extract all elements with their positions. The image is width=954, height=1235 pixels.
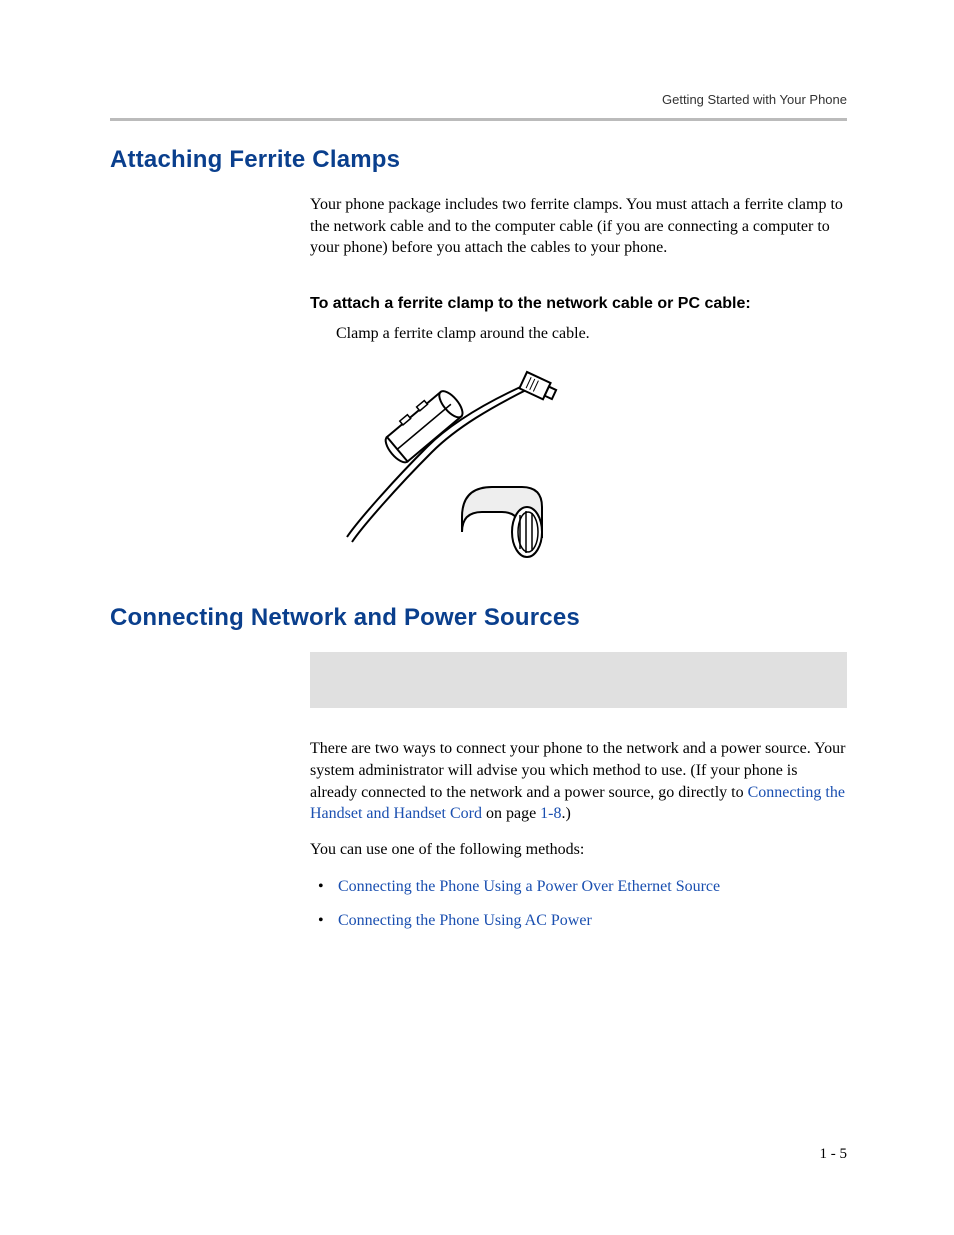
running-header: Getting Started with Your Phone: [662, 92, 847, 107]
list-item: Connecting the Phone Using a Power Over …: [310, 874, 847, 900]
procedure-step: Clamp a ferrite clamp around the cable.: [336, 323, 847, 345]
paragraph: Your phone package includes two ferrite …: [310, 194, 847, 259]
section-body-ferrite: Your phone package includes two ferrite …: [310, 194, 847, 562]
paragraph: You can use one of the following methods…: [310, 839, 847, 861]
procedure-heading: To attach a ferrite clamp to the network…: [310, 295, 847, 313]
document-page: Getting Started with Your Phone Attachin…: [0, 0, 954, 1235]
link-ac-power[interactable]: Connecting the Phone Using AC Power: [338, 912, 592, 929]
figure-ferrite-clamp: [332, 362, 847, 562]
note-box: [310, 652, 847, 708]
bullet-list: Connecting the Phone Using a Power Over …: [310, 874, 847, 933]
page-content: Attaching Ferrite Clamps Your phone pack…: [110, 140, 847, 942]
paragraph-text: .): [562, 805, 571, 822]
section-body-network: There are two ways to connect your phone…: [310, 652, 847, 933]
ferrite-clamp-illustration-icon: [332, 362, 572, 562]
list-item: Connecting the Phone Using AC Power: [310, 908, 847, 934]
heading-attaching-ferrite-clamps: Attaching Ferrite Clamps: [110, 146, 847, 174]
heading-connecting-network-power: Connecting Network and Power Sources: [110, 604, 847, 632]
header-rule: [110, 118, 847, 121]
link-poe-source[interactable]: Connecting the Phone Using a Power Over …: [338, 878, 720, 895]
page-number: 1 - 5: [820, 1146, 848, 1163]
paragraph-text: on page: [482, 805, 540, 822]
link-page-ref[interactable]: 1-8: [540, 805, 561, 822]
paragraph: There are two ways to connect your phone…: [310, 738, 847, 824]
